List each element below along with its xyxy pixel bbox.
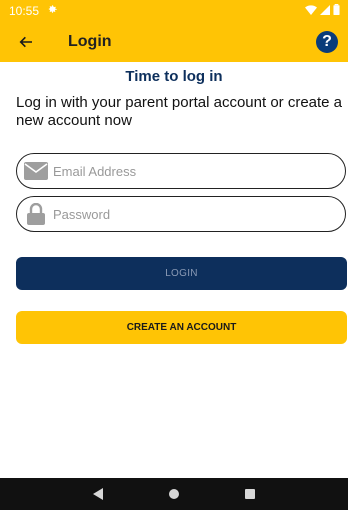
page-title: Login [68, 33, 112, 50]
gear-icon [47, 4, 58, 18]
login-heading: Time to log in [125, 68, 223, 85]
password-field[interactable] [16, 196, 346, 232]
app-bar: Login ? [0, 22, 348, 62]
lock-icon [23, 203, 49, 225]
email-field[interactable] [16, 153, 346, 189]
login-description: Log in with your parent portal account o… [16, 94, 343, 129]
signal-icon [320, 4, 330, 18]
recents-square-icon[interactable] [238, 482, 262, 506]
email-input[interactable] [53, 163, 345, 179]
arrow-left-icon[interactable] [14, 30, 38, 54]
create-account-button[interactable]: CREATE AN ACCOUNT [16, 311, 347, 344]
envelope-icon [23, 161, 49, 181]
password-input[interactable] [53, 206, 345, 222]
login-button[interactable]: LOGIN [16, 257, 347, 290]
back-triangle-icon[interactable] [86, 482, 110, 506]
help-icon[interactable]: ? [316, 31, 338, 53]
home-circle-icon[interactable] [162, 482, 186, 506]
wifi-icon [305, 4, 317, 18]
status-time: 10:55 [9, 4, 40, 18]
status-bar: 10:55 [0, 0, 348, 22]
battery-icon [333, 4, 340, 18]
system-nav-bar [0, 478, 348, 510]
